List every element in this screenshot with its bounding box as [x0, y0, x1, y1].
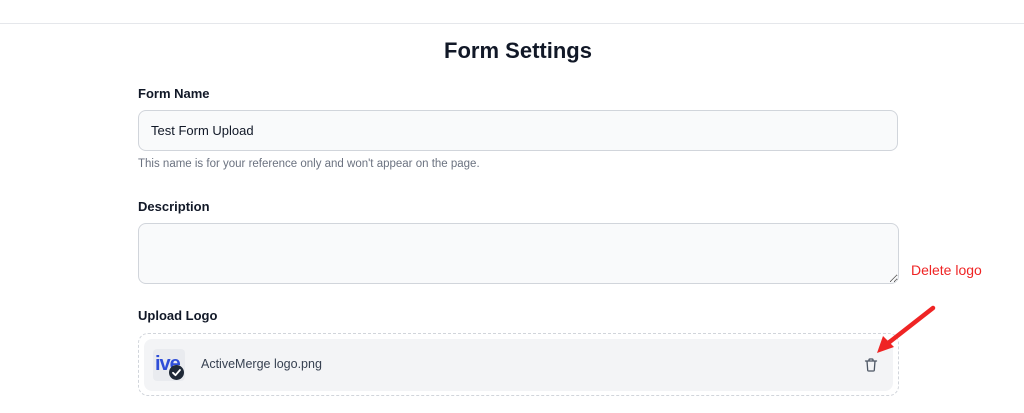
check-badge-icon: [169, 365, 184, 380]
top-bar: [0, 0, 1024, 24]
delete-logo-annotation: Delete logo: [911, 262, 982, 278]
form-name-helper-text: This name is for your reference only and…: [138, 158, 480, 170]
page-title: Form Settings: [444, 38, 592, 63]
form-name-label: Form Name: [138, 86, 210, 101]
form-name-input[interactable]: [138, 110, 898, 151]
upload-dropzone[interactable]: ive ActiveMerge logo.png: [138, 333, 899, 396]
upload-logo-label: Upload Logo: [138, 308, 218, 323]
description-label: Description: [138, 199, 210, 214]
uploaded-file-row: ive ActiveMerge logo.png: [144, 339, 893, 391]
file-name: ActiveMerge logo.png: [201, 357, 322, 371]
file-thumbnail: ive: [153, 349, 185, 381]
arrow-icon: [877, 305, 936, 353]
description-textarea[interactable]: [138, 223, 899, 284]
